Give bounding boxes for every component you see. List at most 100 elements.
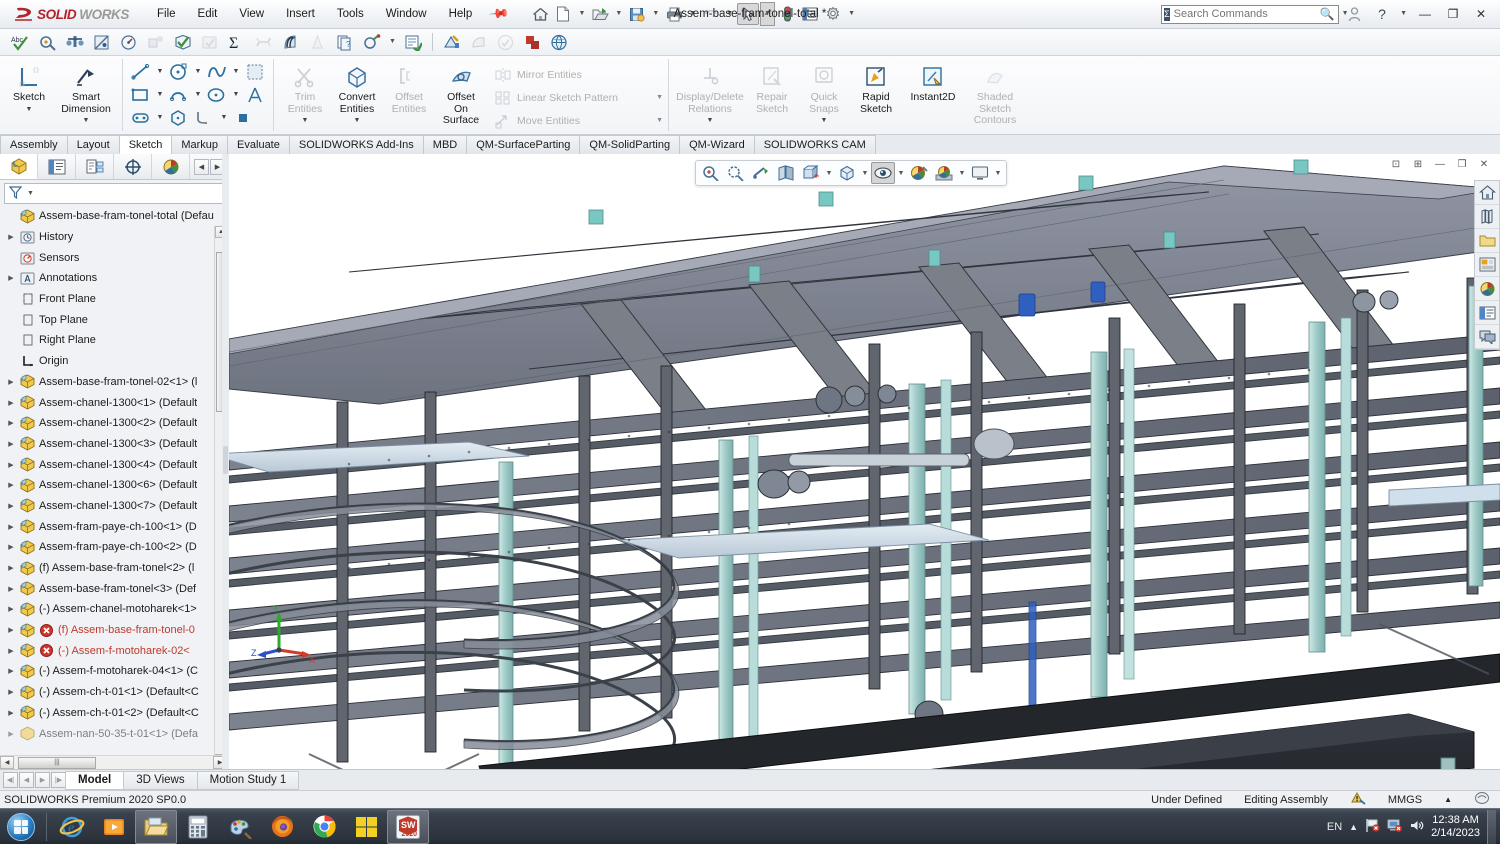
menu-view[interactable]: View [228,4,275,24]
tree-arrow[interactable]: ▶ [4,419,18,427]
repair-sketch-button[interactable]: Repair Sketch [746,58,798,115]
shaded-sketch-contours-button[interactable]: Shaded Sketch Contours [964,58,1026,127]
open-document-caret-icon[interactable]: ▼ [612,3,625,25]
tree-node-component[interactable]: ▶ Assem-chanel-1300<6> (Default [2,475,227,496]
circle-caret-icon[interactable]: ▼ [192,68,204,75]
new-document-caret-icon[interactable]: ▼ [575,3,588,25]
tree-node-component[interactable]: ▶ Assem-chanel-1300<4> (Default [2,454,227,475]
first-tab-icon[interactable]: ◀| [3,772,18,788]
last-tab-icon[interactable]: |▶ [51,772,66,788]
tree-node-top-plane[interactable]: Top Plane [2,309,227,330]
tree-arrow[interactable]: ▶ [4,688,18,696]
tab-mbd[interactable]: MBD [422,135,468,154]
spell-checker-icon[interactable]: Abc [8,30,33,54]
tree-arrow[interactable]: ▶ [4,274,18,282]
appearance-icon[interactable] [520,30,545,54]
equations-icon[interactable]: Σ [224,30,249,54]
tab-sketch[interactable]: Sketch [118,135,173,154]
new-document-icon[interactable] [552,3,574,25]
linear-sketch-pattern-button[interactable]: Linear Sketch Pattern ▼ [491,86,663,109]
tree-arrow[interactable]: ▶ [4,709,18,717]
magnifier-icon[interactable]: 🔍 [1320,7,1335,21]
bottom-tab-model[interactable]: Model [65,770,125,790]
home-icon[interactable] [529,3,551,25]
tree-node-component[interactable]: ▶ Assem-chanel-1300<7> (Default [2,496,227,517]
internet-explorer-icon[interactable]: e [51,810,93,844]
user-profile-icon[interactable] [1341,4,1367,24]
quick-snaps-button[interactable]: Quick Snaps ▼ [798,58,850,124]
tree-arrow[interactable]: ▶ [4,667,18,675]
show-desktop-button[interactable] [1487,809,1496,844]
fillet-caret-icon[interactable]: ▼ [218,114,230,121]
polygon-icon[interactable] [166,107,192,129]
tree-arrow[interactable]: ▶ [4,730,18,738]
hide-show-items-icon[interactable] [871,162,895,184]
tree-node-sensors[interactable]: Sensors [2,247,227,268]
undo-icon[interactable] [700,3,722,25]
tree-arrow[interactable]: ▶ [4,585,18,593]
mirror-entities-button[interactable]: Mirror Entities [491,63,663,86]
tree-node-component-error[interactable]: ▶ (-) Assem-f-motoharek-02< [2,640,227,661]
restore-icon[interactable]: ❐ [1440,4,1466,24]
assembly-xpert-icon[interactable] [143,30,168,54]
line-icon[interactable] [128,61,154,83]
menu-tools[interactable]: Tools [326,4,375,24]
tab-qm-wizard[interactable]: QM-Wizard [679,135,755,154]
graphics-viewport[interactable]: = [229,154,1500,769]
tree-arrow[interactable]: ▶ [4,605,18,613]
tree-arrow[interactable]: ▶ [4,440,18,448]
tree-arrow[interactable]: ▶ [4,233,18,241]
help-caret-icon[interactable]: ▼ [1397,3,1410,25]
property-manager-tab[interactable] [38,154,76,179]
performance-evaluation-icon[interactable] [359,30,384,54]
display-delete-relations-button[interactable]: Display/Delete Relations ▼ [674,58,746,124]
section-view-icon[interactable] [774,162,798,184]
tree-node-component[interactable]: ▶ Assem-base-fram-tonel<3> (Def [2,578,227,599]
tab-qm-surfaceparting[interactable]: QM-SurfaceParting [466,135,581,154]
tree-arrow[interactable]: ▶ [4,564,18,572]
flag-action-center-icon[interactable] [1365,818,1380,836]
rectangle-icon[interactable] [128,84,154,106]
measure-icon[interactable] [35,30,60,54]
check-entity-icon[interactable] [170,30,195,54]
trim-entities-button[interactable]: Trim Entities ▼ [279,58,331,124]
tree-node-component[interactable]: ▶ Assem-fram-paye-ch-100<2> (D [2,537,227,558]
print-caret-icon[interactable]: ▼ [686,3,699,25]
save-caret-icon[interactable]: ▼ [649,3,662,25]
tab-qm-solidparting[interactable]: QM-SolidParting [579,135,681,154]
scroll-left-icon[interactable]: ◀ [0,756,14,769]
tree-node-annotations[interactable]: ▶ Annotations [2,268,227,289]
text-icon[interactable] [242,84,268,106]
restore-right-pane-icon[interactable]: ⊞ [1408,156,1428,172]
simulation-icon[interactable] [466,30,491,54]
windows-start-orb[interactable] [0,810,42,844]
menu-window[interactable]: Window [375,4,438,24]
tab-solidworks-add-ins[interactable]: SOLIDWORKS Add-Ins [288,135,424,154]
volume-icon[interactable] [1409,818,1424,836]
arc-caret-icon[interactable]: ▼ [192,91,204,98]
sketch-dropdown-caret-icon[interactable]: ▼ [26,106,33,113]
status-units[interactable]: MMGS [1388,794,1422,806]
feature-manager-design-tree-tab[interactable] [0,154,38,179]
tree-arrow[interactable]: ▶ [4,399,18,407]
tab-assembly[interactable]: Assembly [0,135,68,154]
tree-node-front-plane[interactable]: Front Plane [2,289,227,310]
print-icon[interactable] [663,3,685,25]
display-delete-relations-caret-icon[interactable]: ▼ [707,117,714,124]
restore-left-pane-icon[interactable]: ⊡ [1386,156,1406,172]
previous-view-icon[interactable] [749,162,773,184]
dimxpert-manager-tab[interactable] [114,154,152,179]
menu-edit[interactable]: Edit [187,4,229,24]
spline-icon[interactable] [204,61,230,83]
tree-arrow[interactable]: ▶ [4,502,18,510]
tree-node-component[interactable]: ▶ Assem-chanel-1300<2> (Default [2,413,227,434]
edit-appearance-icon[interactable] [907,162,931,184]
smart-dimension-button[interactable]: Smart Dimension ▼ [55,58,117,124]
quick-snaps-caret-icon[interactable]: ▼ [821,117,828,124]
instant2d-button[interactable]: Instant2D [902,58,964,104]
tree-node-component[interactable]: ▶ (-) Assem-ch-t-01<1> (Default<C [2,682,227,703]
sensor-icon[interactable] [116,30,141,54]
view-orientation-icon[interactable] [799,162,823,184]
display-style-caret-icon[interactable]: ▼ [860,170,870,177]
menu-help[interactable]: Help [438,4,484,24]
